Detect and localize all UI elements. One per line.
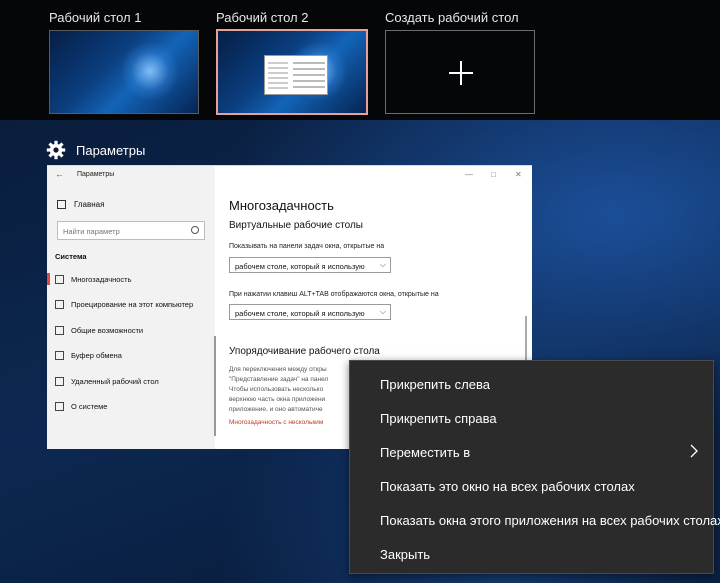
menu-item-show-window-all-desktops[interactable]: Показать это окно на всех рабочих столах [350,469,713,503]
nav-item-label: Проецирование на этот компьютер [71,299,194,309]
wallpaper-glow [120,41,180,101]
menu-item-snap-right[interactable]: Прикрепить справа [350,401,713,435]
section-heading: Упорядочивание рабочего стола [229,346,380,357]
nav-home[interactable]: Главная [57,200,104,209]
settings-search-input[interactable]: Найти параметр [57,221,205,240]
page-title: Многозадачность [229,198,334,213]
menu-item-show-app-all-desktops[interactable]: Показать окна этого приложения на всех р… [350,503,720,537]
nav-item-label: Буфер обмена [71,350,122,360]
multitasking-help-link[interactable]: Многозадачность с нескольким [229,419,323,426]
maximize-icon[interactable]: □ [491,170,496,179]
new-desktop[interactable]: Создать рабочий стол [385,0,537,120]
section-heading: Виртуальные рабочие столы [229,220,363,231]
desktop-1[interactable]: Рабочий стол 1 [49,0,201,120]
menu-item-snap-left[interactable]: Прикрепить слева [350,367,713,401]
nav-home-label: Главная [74,200,105,209]
nav-item-label: Многозадачность [71,274,132,284]
minimize-icon[interactable]: — [465,170,473,179]
alttab-windows-dropdown[interactable]: рабочем столе, который я использую ⌵ [229,304,391,320]
home-icon [57,200,66,209]
back-arrow-icon[interactable]: ← [55,169,64,179]
nav-item-remote-desktop[interactable]: Удаленный рабочий стол [47,373,215,389]
context-menu: Прикрепить слева Прикрепить справа Перем… [349,360,720,574]
search-icon [191,226,199,234]
close-icon[interactable]: ✕ [515,170,522,179]
nav-section-title: Система [55,252,87,261]
description-line: "Представление задач" на панел [229,376,329,383]
desktop-thumbnail[interactable] [49,30,199,114]
new-desktop-button[interactable] [385,30,535,114]
new-desktop-label: Создать рабочий стол [385,10,519,25]
description-line: приложение, и оно автоматиче [229,406,323,413]
chevron-down-icon: ⌵ [379,307,386,316]
remote-desktop-icon [55,376,64,386]
menu-item-close[interactable]: Закрыть [350,537,713,571]
nav-item-projection[interactable]: Проецирование на этот компьютер [47,296,215,312]
menu-item-label: Прикрепить слева [380,377,490,392]
settings-titlebar: ← Параметры — □ ✕ [47,166,532,186]
description-line: верхнюю часть окна приложени [229,396,326,403]
multitask-icon [55,274,64,284]
desktop-title: Рабочий стол 1 [49,10,142,25]
chevron-right-icon [690,444,698,458]
alttab-setting-label: При нажатии клавиш ALT+TAB отображаются … [229,291,439,298]
menu-item-label: Переместить в [380,445,471,460]
nav-item-label: Удаленный рабочий стол [71,376,159,386]
nav-item-label: О системе [71,401,108,411]
menu-item-label: Прикрепить справа [380,411,497,426]
desktop-thumbnail-active[interactable] [216,29,368,115]
dropdown-value: рабочем столе, который я использую [235,309,365,318]
menu-item-label: Закрыть [380,547,431,562]
nav-item-clipboard[interactable]: Буфер обмена [47,347,215,363]
taskbar-windows-dropdown[interactable]: рабочем столе, который я использую ⌵ [229,257,391,273]
clipboard-icon [55,350,64,360]
nav-item-label: Общие возможности [71,325,144,335]
menu-item-label: Показать это окно на всех рабочих столах [380,479,635,494]
search-placeholder: Найти параметр [63,227,120,236]
nav-item-multitasking[interactable]: Многозадачность [47,271,215,287]
desktop-title: Рабочий стол 2 [216,10,309,25]
window-caption[interactable]: Параметры [46,140,145,160]
shared-experiences-icon [55,325,64,335]
taskbar-setting-label: Показывать на панели задач окна, открыты… [229,243,385,250]
dropdown-value: рабочем столе, который я использую [235,262,365,271]
menu-item-label: Показать окна этого приложения на всех р… [380,513,720,528]
projection-icon [55,299,64,309]
virtual-desktop-strip: Рабочий стол 1 Рабочий стол 2 Создать ра… [0,0,720,120]
active-marker [47,273,50,285]
menu-item-move-to[interactable]: Переместить в [350,435,713,469]
nav-item-about[interactable]: О системе [47,398,215,414]
window-thumbnail [264,55,328,95]
description-line: Для переключения между откры [229,366,327,373]
description-line: Чтобы использовать несколько [229,386,324,393]
desktop-2[interactable]: Рабочий стол 2 [216,0,368,120]
gear-icon [46,140,66,160]
nav-item-shared[interactable]: Общие возможности [47,322,215,338]
info-icon [55,401,64,411]
window-caption-title: Параметры [76,142,146,158]
settings-app-title: Параметры [77,171,115,178]
chevron-down-icon: ⌵ [379,260,386,269]
